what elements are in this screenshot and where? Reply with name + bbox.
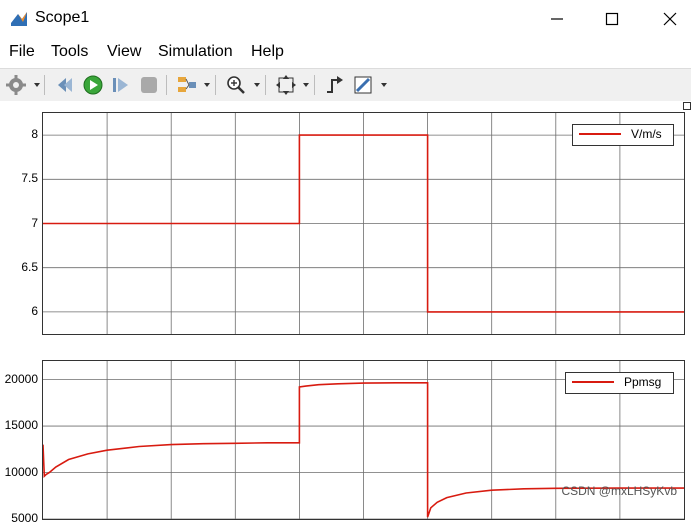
toolbar-separator	[314, 75, 315, 95]
plot-speed	[43, 113, 684, 334]
y-tick-label: 6.5	[21, 259, 38, 274]
legend-label-speed: V/m/s	[631, 127, 662, 141]
title-bar: Scope1	[0, 0, 691, 38]
step-forward-button[interactable]	[110, 74, 132, 96]
y-tick-label: 7	[31, 215, 38, 230]
toolbar-separator	[265, 75, 266, 95]
gear-icon	[6, 75, 26, 95]
menu-bar: File Tools View Simulation Help	[0, 40, 691, 66]
y-tick-label: 6	[31, 303, 38, 318]
chevron-down-icon[interactable]	[204, 83, 210, 87]
chevron-down-icon[interactable]	[254, 83, 260, 87]
matlab-icon	[11, 12, 27, 26]
chevron-down-icon[interactable]	[34, 83, 40, 87]
toolbar-separator	[215, 75, 216, 95]
menu-view[interactable]: View	[107, 43, 141, 61]
fit-axes-icon	[276, 75, 296, 95]
legend-speed: V/m/s	[572, 124, 674, 146]
y-tick-label: 7.5	[21, 171, 38, 186]
zoom-in-icon	[227, 76, 245, 94]
style-button[interactable]	[352, 74, 374, 96]
style-icon	[354, 76, 372, 94]
minimize-icon	[551, 18, 563, 20]
legend-power: Ppmsg	[565, 372, 674, 394]
signal-selector-icon	[178, 77, 196, 92]
maximize-button[interactable]	[601, 8, 623, 30]
y-tick-label: 20000	[4, 371, 38, 386]
menu-tools[interactable]: Tools	[51, 43, 88, 61]
toolbar	[0, 68, 691, 102]
legend-label-power: Ppmsg	[624, 375, 662, 389]
y-tick-label: 5000	[11, 511, 38, 525]
minimize-button[interactable]	[546, 8, 568, 30]
window-title: Scope1	[35, 9, 90, 26]
run-icon	[83, 75, 103, 95]
toolbar-separator	[166, 75, 167, 95]
configuration-button[interactable]	[5, 74, 27, 96]
chevron-down-icon[interactable]	[381, 83, 387, 87]
menu-help[interactable]: Help	[251, 43, 284, 61]
triggers-button[interactable]	[324, 74, 346, 96]
undock-icon[interactable]	[683, 102, 691, 110]
triggers-icon	[327, 76, 343, 93]
chevron-down-icon[interactable]	[303, 83, 309, 87]
toolbar-separator	[44, 75, 45, 95]
y-tick-label: 15000	[4, 418, 38, 433]
y-tick-label: 10000	[4, 464, 38, 479]
legend-line-swatch	[579, 133, 621, 135]
step-back-icon	[58, 78, 72, 92]
signal-selector-button[interactable]	[176, 74, 198, 96]
watermark-text: CSDN @mxLHSyKvb	[561, 484, 677, 498]
maximize-icon	[605, 12, 619, 26]
y-tick-label: 8	[31, 127, 38, 142]
fit-axes-button[interactable]	[275, 74, 297, 96]
stop-button[interactable]	[138, 74, 160, 96]
menu-file[interactable]: File	[9, 43, 35, 61]
zoom-in-button[interactable]	[225, 74, 247, 96]
stop-icon	[141, 77, 157, 93]
legend-line-swatch	[572, 381, 614, 383]
menu-simulation[interactable]: Simulation	[158, 43, 233, 61]
step-forward-icon	[113, 78, 128, 92]
run-button[interactable]	[82, 74, 104, 96]
close-button[interactable]	[659, 8, 681, 30]
close-icon	[663, 12, 677, 26]
step-back-button[interactable]	[54, 74, 76, 96]
